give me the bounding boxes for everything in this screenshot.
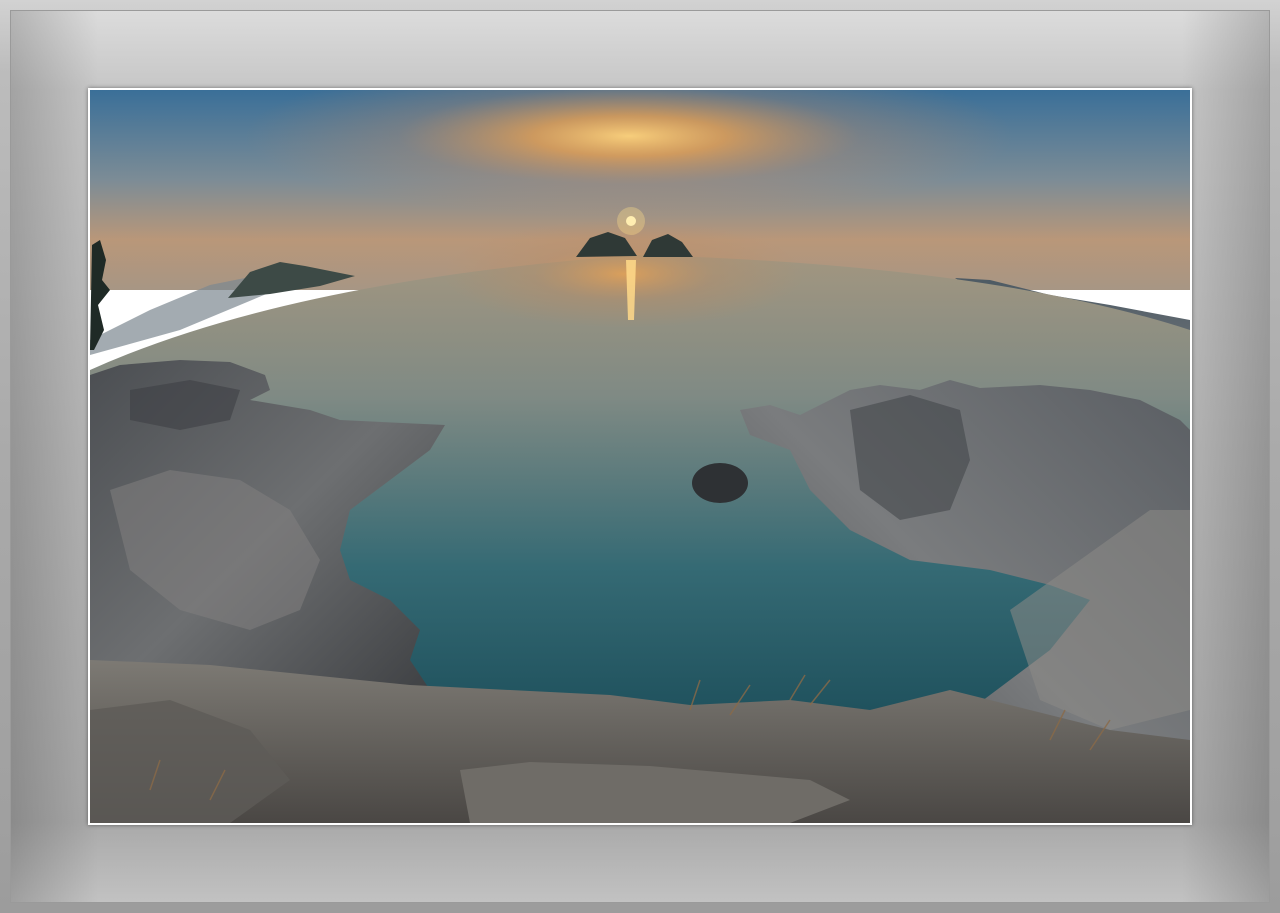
outer-frame (0, 0, 1280, 913)
rock-in-water (692, 463, 748, 503)
sunset-photo (90, 90, 1190, 823)
photo-border (88, 88, 1192, 825)
